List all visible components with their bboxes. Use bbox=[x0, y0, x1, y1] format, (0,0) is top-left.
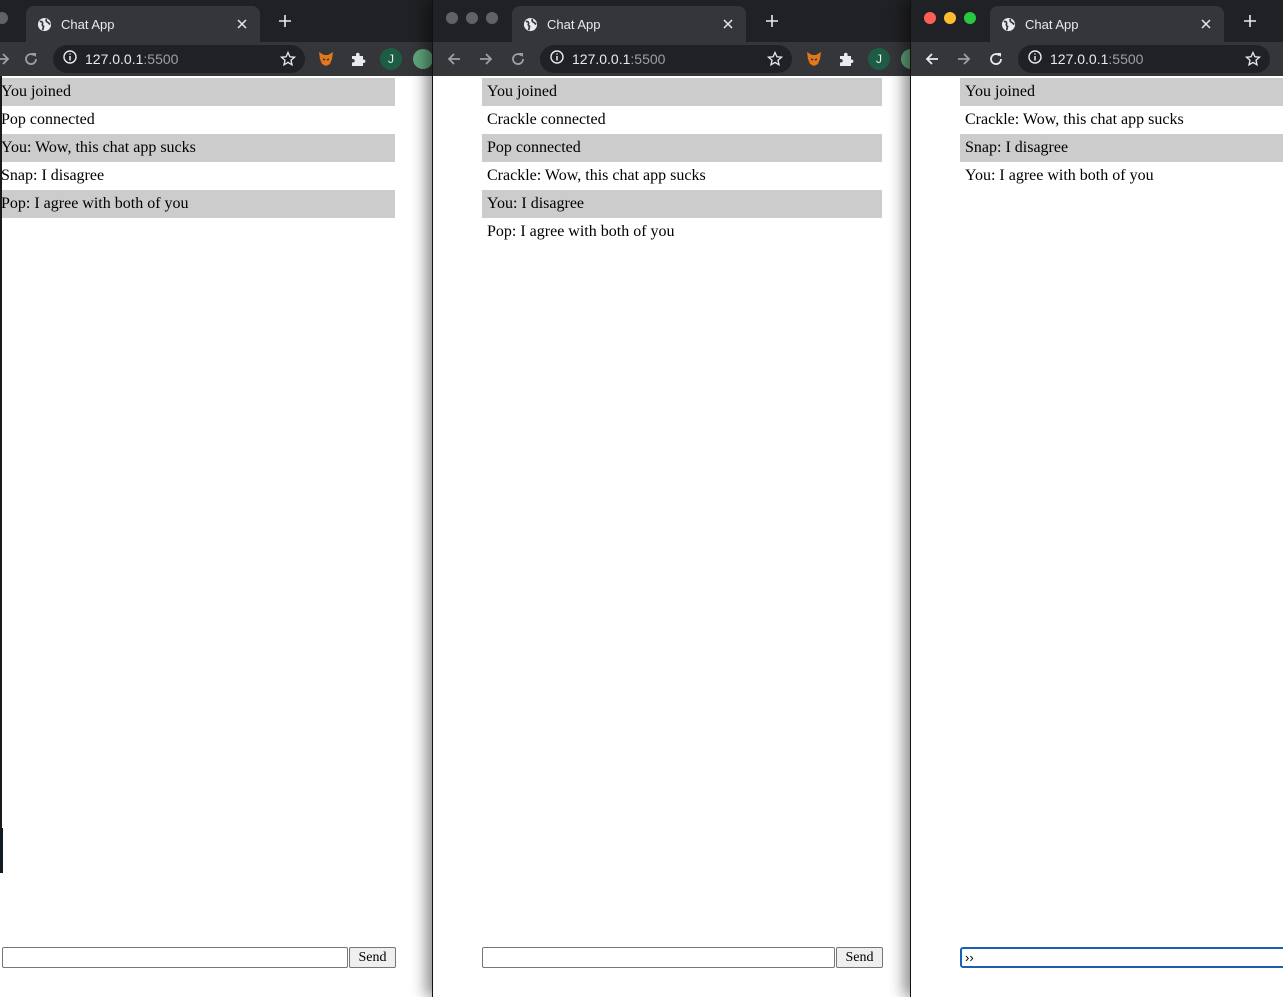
message-item: You joined bbox=[0, 78, 395, 106]
window-close-dot[interactable] bbox=[446, 12, 458, 24]
plus-icon[interactable] bbox=[762, 11, 782, 31]
message-list: You joined Crackle: Wow, this chat app s… bbox=[960, 78, 1283, 190]
arrow-left-icon[interactable] bbox=[443, 48, 465, 70]
plus-icon[interactable] bbox=[1240, 11, 1260, 31]
browser-toolbar: 127.0.0.1:5500 bbox=[911, 42, 1283, 76]
extension-icon[interactable] bbox=[901, 49, 910, 69]
close-icon[interactable] bbox=[1198, 16, 1214, 32]
message-item: Crackle: Wow, this chat app sucks bbox=[965, 111, 1184, 128]
send-button[interactable]: Send bbox=[836, 947, 883, 968]
send-button[interactable]: Send bbox=[349, 947, 396, 968]
tab-title: Chat App bbox=[1025, 16, 1079, 32]
arrow-left-icon[interactable] bbox=[921, 48, 943, 70]
fox-icon[interactable] bbox=[804, 49, 824, 69]
message-item: Crackle: Wow, this chat app sucks bbox=[487, 167, 706, 184]
globe-icon bbox=[36, 16, 52, 32]
address-bar[interactable]: 127.0.0.1:5500 bbox=[1018, 45, 1270, 73]
address-bar[interactable]: 127.0.0.1:5500 bbox=[540, 45, 792, 73]
background-window-edge bbox=[0, 828, 3, 873]
window-edge bbox=[0, 76, 2, 873]
arrow-right-icon[interactable] bbox=[0, 48, 14, 70]
tab-title: Chat App bbox=[547, 16, 601, 32]
url-text: 127.0.0.1:5500 bbox=[572, 51, 666, 67]
tab-chat-app[interactable]: Chat App bbox=[26, 6, 260, 42]
fox-icon[interactable] bbox=[316, 49, 336, 69]
browser-window-3: Chat App 127.0.0.1:5500 You joined Crack… bbox=[910, 0, 1283, 997]
browser-toolbar: 127.0.0.1:5500 J bbox=[433, 42, 910, 76]
message-item: Snap: I disagree bbox=[1, 167, 105, 184]
url-text: 127.0.0.1:5500 bbox=[1050, 51, 1144, 67]
chat-form bbox=[960, 947, 1283, 968]
message-input[interactable] bbox=[2, 947, 348, 968]
window-minimize-button[interactable] bbox=[944, 12, 956, 24]
arrow-right-icon[interactable] bbox=[475, 48, 497, 70]
info-icon[interactable] bbox=[63, 49, 77, 69]
message-item: You joined bbox=[482, 78, 882, 106]
chat-page: You joined Crackle connected Pop connect… bbox=[433, 76, 910, 997]
close-icon[interactable] bbox=[720, 16, 736, 32]
chat-form: Send bbox=[482, 947, 883, 968]
message-item: You: I agree with both of you bbox=[965, 167, 1154, 184]
reload-icon[interactable] bbox=[20, 48, 42, 70]
reload-icon[interactable] bbox=[985, 48, 1007, 70]
message-item: Crackle connected bbox=[487, 111, 606, 128]
puzzle-icon[interactable] bbox=[836, 49, 856, 69]
tab-strip: Chat App bbox=[0, 0, 432, 42]
arrow-right-icon[interactable] bbox=[953, 48, 975, 70]
tab-chat-app[interactable]: Chat App bbox=[990, 6, 1224, 42]
message-input[interactable] bbox=[482, 947, 835, 968]
window-minimize-dot[interactable] bbox=[466, 12, 478, 24]
browser-window-2: Chat App 127.0.0.1:5500 J You joined Cra… bbox=[432, 0, 910, 997]
chat-page: You joined Pop connected You: Wow, this … bbox=[0, 76, 432, 997]
puzzle-icon[interactable] bbox=[348, 49, 368, 69]
chat-form: Send bbox=[2, 947, 396, 968]
window-zoom-dot[interactable] bbox=[486, 12, 498, 24]
window-zoom-button[interactable] bbox=[964, 12, 976, 24]
tab-strip: Chat App bbox=[433, 0, 910, 42]
window-close-button[interactable] bbox=[924, 12, 936, 24]
tab-chat-app[interactable]: Chat App bbox=[512, 6, 746, 42]
close-icon[interactable] bbox=[234, 16, 250, 32]
plus-icon[interactable] bbox=[275, 11, 295, 31]
message-item: Snap: I disagree bbox=[960, 134, 1283, 162]
message-item: You: Wow, this chat app sucks bbox=[0, 134, 395, 162]
message-item: You: I disagree bbox=[482, 190, 882, 218]
message-item: Pop connected bbox=[482, 134, 882, 162]
extension-icon[interactable] bbox=[413, 49, 432, 69]
star-icon[interactable] bbox=[279, 50, 297, 68]
tab-strip: Chat App bbox=[911, 0, 1283, 42]
message-item: Pop: I agree with both of you bbox=[0, 190, 395, 218]
info-icon[interactable] bbox=[550, 49, 564, 69]
globe-icon bbox=[1000, 16, 1016, 32]
globe-icon bbox=[522, 16, 538, 32]
message-item: You joined bbox=[960, 78, 1283, 106]
star-icon[interactable] bbox=[1244, 50, 1262, 68]
message-list: You joined Pop connected You: Wow, this … bbox=[0, 78, 395, 218]
window-control-dot[interactable] bbox=[0, 12, 8, 24]
profile-avatar[interactable]: J bbox=[868, 48, 890, 70]
message-item: Pop connected bbox=[1, 111, 95, 128]
browser-toolbar: 127.0.0.1:5500 J bbox=[0, 42, 432, 76]
message-item: Pop: I agree with both of you bbox=[487, 223, 675, 240]
url-text: 127.0.0.1:5500 bbox=[85, 51, 179, 67]
message-list: You joined Crackle connected Pop connect… bbox=[482, 78, 882, 246]
star-icon[interactable] bbox=[766, 50, 784, 68]
reload-icon[interactable] bbox=[507, 48, 529, 70]
message-input[interactable] bbox=[960, 947, 1283, 968]
tab-title: Chat App bbox=[61, 16, 115, 32]
info-icon[interactable] bbox=[1028, 49, 1042, 69]
profile-avatar[interactable]: J bbox=[380, 48, 402, 70]
address-bar[interactable]: 127.0.0.1:5500 bbox=[53, 45, 305, 73]
browser-window-1: Chat App 127.0.0.1:5500 J You joined Pop… bbox=[0, 0, 432, 997]
chat-page: You joined Crackle: Wow, this chat app s… bbox=[911, 76, 1283, 997]
